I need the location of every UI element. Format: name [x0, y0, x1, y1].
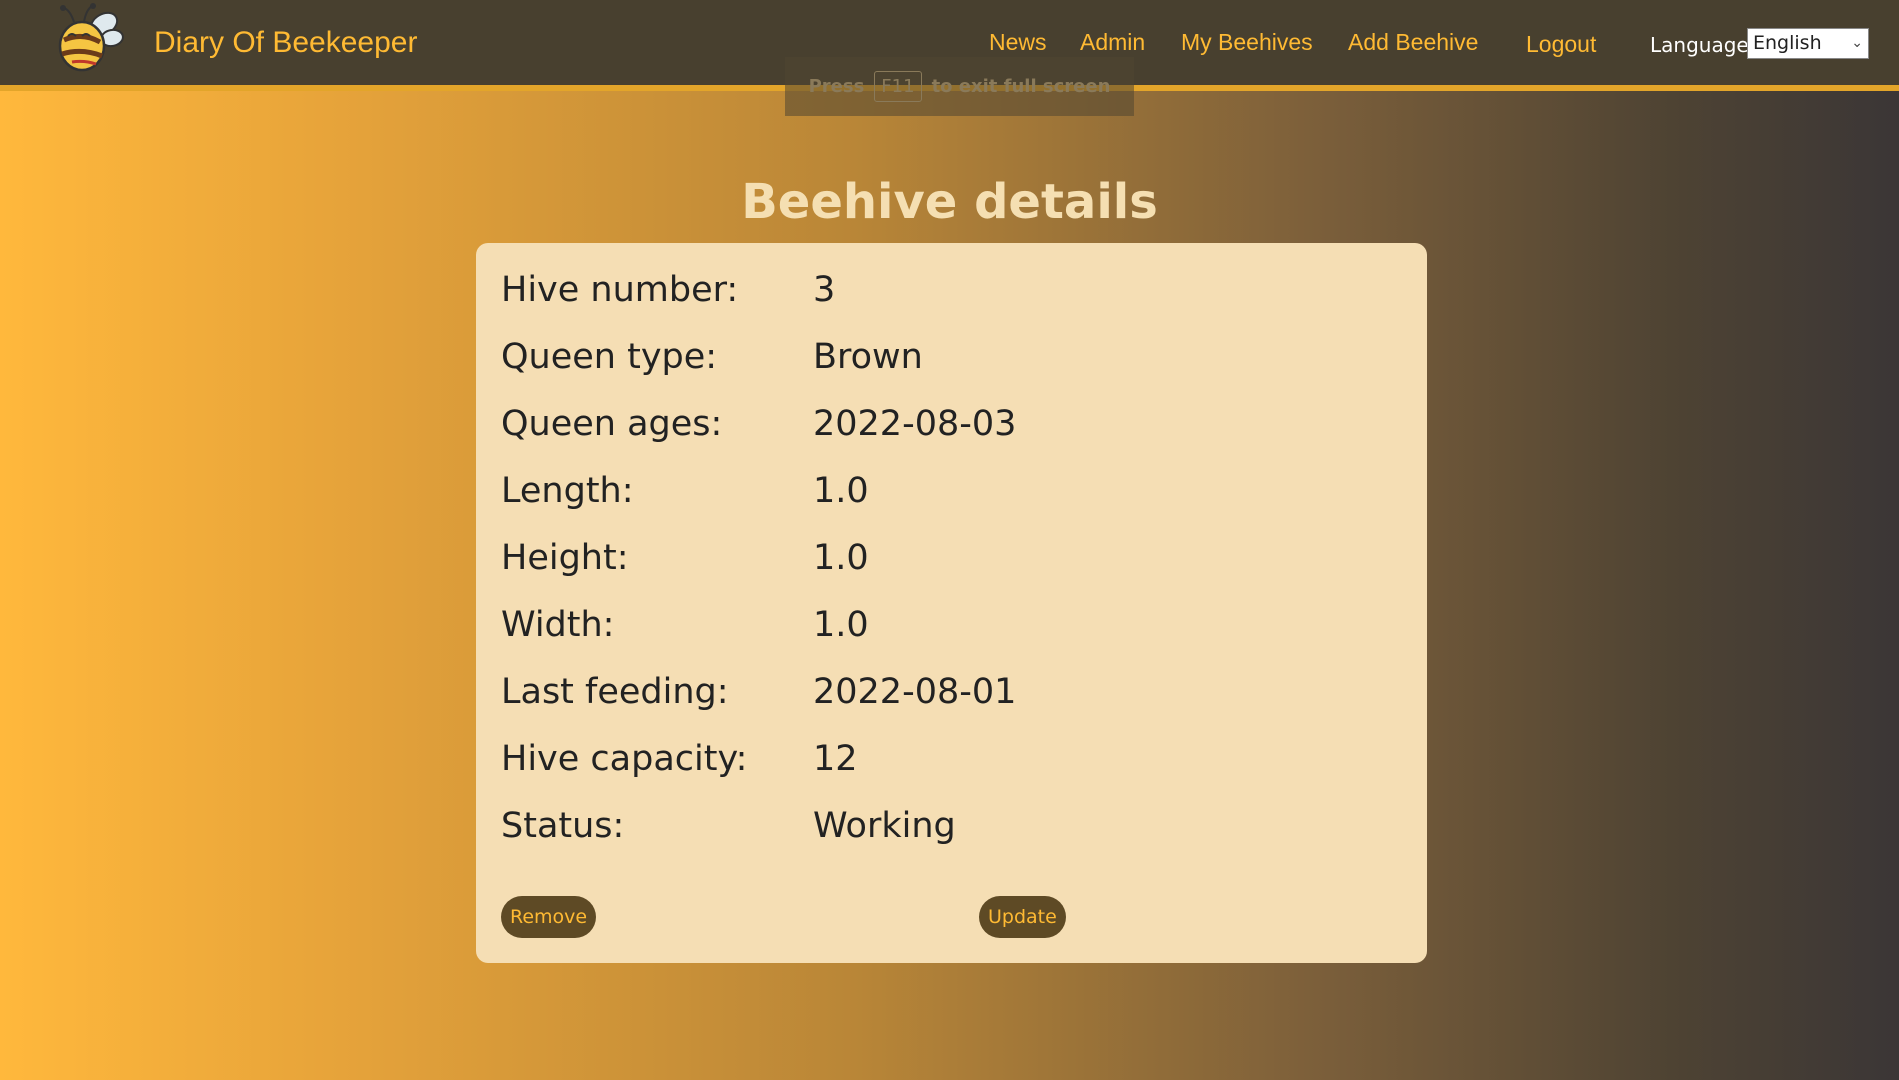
- nav-news[interactable]: News: [989, 29, 1047, 56]
- nav-add-beehive[interactable]: Add Beehive: [1348, 29, 1478, 56]
- detail-value: 1.0: [813, 605, 869, 645]
- beehive-details-card: Hive number: 3 Queen type: Brown Queen a…: [476, 243, 1427, 963]
- detail-value: 2022-08-03: [813, 404, 1017, 444]
- fullscreen-hint-key: F11: [874, 71, 922, 102]
- fullscreen-hint-prefix: Press: [808, 76, 865, 97]
- detail-value: 1.0: [813, 538, 869, 578]
- detail-value: 12: [813, 739, 858, 779]
- nav-admin[interactable]: Admin: [1080, 29, 1145, 56]
- detail-label: Length:: [501, 471, 634, 511]
- bee-icon[interactable]: [42, 2, 126, 78]
- language-label: Language: [1650, 33, 1749, 57]
- detail-label: Height:: [501, 538, 629, 578]
- detail-value: 1.0: [813, 471, 869, 511]
- language-selected-value: English: [1753, 32, 1822, 54]
- language-select[interactable]: English ⌄: [1747, 28, 1869, 59]
- detail-label: Hive capacity:: [501, 739, 748, 779]
- brand-title[interactable]: Diary Of Beekeeper: [154, 26, 417, 60]
- chevron-down-icon: ⌄: [1851, 35, 1863, 51]
- nav-logout[interactable]: Logout: [1526, 31, 1596, 58]
- detail-value: 3: [813, 270, 836, 310]
- detail-label: Hive number:: [501, 270, 739, 310]
- remove-button[interactable]: Remove: [501, 896, 597, 938]
- detail-value: Working: [813, 806, 956, 846]
- fullscreen-hint: Press F11 to exit full screen: [785, 57, 1134, 116]
- detail-label: Status:: [501, 806, 625, 846]
- detail-label: Width:: [501, 605, 615, 645]
- page-title: Beehive details: [741, 174, 1158, 230]
- detail-label: Queen ages:: [501, 404, 723, 444]
- update-button[interactable]: Update: [979, 896, 1066, 938]
- fullscreen-hint-suffix: to exit full screen: [931, 76, 1111, 97]
- detail-label: Last feeding:: [501, 672, 729, 712]
- detail-value: Brown: [813, 337, 923, 377]
- detail-value: 2022-08-01: [813, 672, 1017, 712]
- nav-my-beehives[interactable]: My Beehives: [1181, 29, 1313, 56]
- detail-label: Queen type:: [501, 337, 718, 377]
